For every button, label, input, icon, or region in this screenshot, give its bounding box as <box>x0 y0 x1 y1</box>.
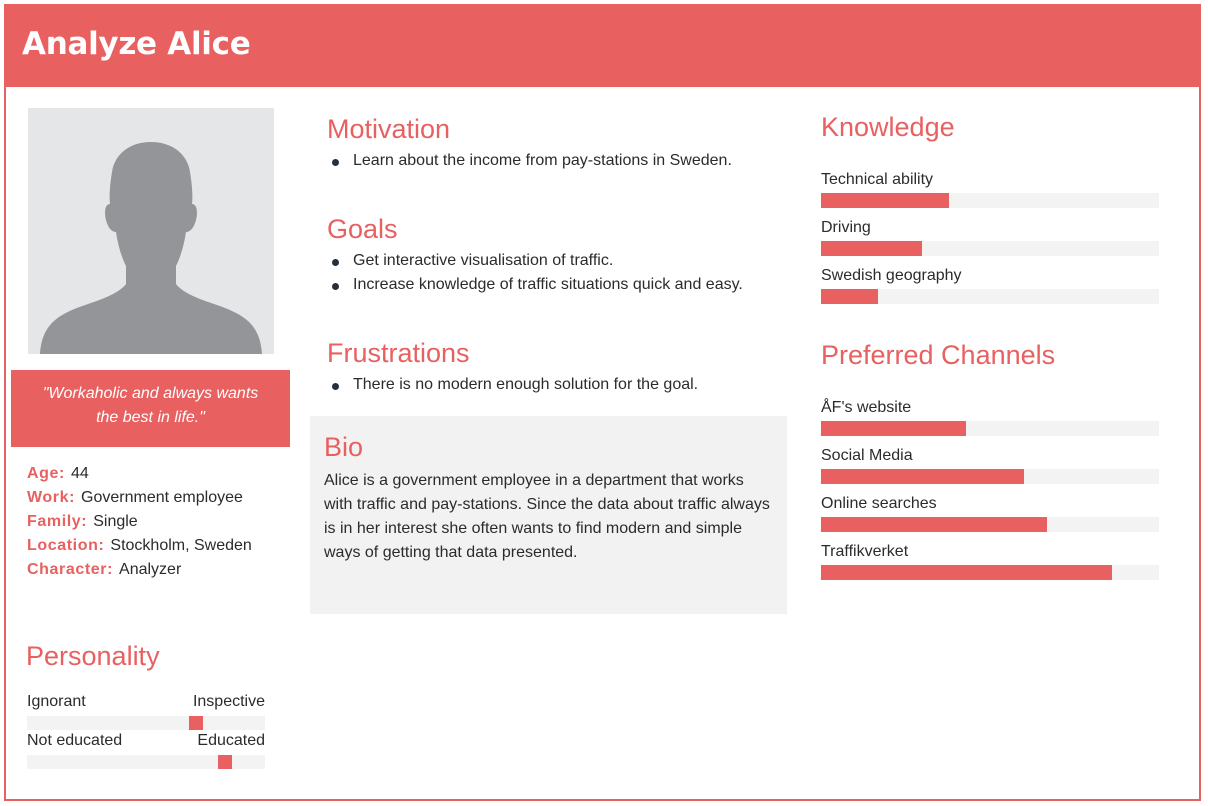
knowledge-meter-technical: Technical ability <box>821 171 1159 211</box>
goals-heading: Goals <box>327 214 398 244</box>
channel-meter-af-website: ÅF's website <box>821 399 1159 439</box>
fact-location: Location: Stockholm, Sweden <box>27 534 287 558</box>
scale-marker <box>189 716 203 730</box>
fact-character: Character: Analyzer <box>27 558 287 582</box>
persona-quote: "Workaholic and always wants the best in… <box>11 370 290 447</box>
meter-fill <box>821 469 1024 484</box>
motivation-section: Motivation Learn about the income from p… <box>327 114 787 173</box>
scale-left-label: Ignorant <box>27 693 86 710</box>
list-item: There is no modern enough solution for t… <box>327 373 787 397</box>
meter-track <box>821 517 1159 532</box>
list-item: Increase knowledge of traffic situations… <box>327 273 787 297</box>
frustrations-list: There is no modern enough solution for t… <box>327 373 787 397</box>
scale-marker <box>218 755 232 769</box>
meter-label: Swedish geography <box>821 267 962 284</box>
fact-value: Stockholm, Sweden <box>110 537 252 554</box>
frustrations-section: Frustrations There is no modern enough s… <box>327 338 787 397</box>
fact-value: Analyzer <box>119 561 182 578</box>
fact-value: 44 <box>70 465 89 482</box>
meter-label: Driving <box>821 219 871 236</box>
bio-text: Alice is a government employee in a depa… <box>324 472 770 561</box>
bio-heading: Bio <box>324 432 364 462</box>
scale-right-label: Inspective <box>192 693 265 710</box>
knowledge-heading: Knowledge <box>821 112 955 142</box>
personality-scale-educated: Not educated Educated <box>27 732 265 772</box>
channel-meter-online-searches: Online searches <box>821 495 1159 535</box>
meter-label: Social Media <box>821 447 913 464</box>
fact-key: Age: <box>27 465 65 482</box>
meter-label: Technical ability <box>821 171 934 188</box>
knowledge-meter-geography: Swedish geography <box>821 267 1159 307</box>
list-item: Get interactive visualisation of traffic… <box>327 249 787 273</box>
meter-track <box>821 193 1159 208</box>
fact-work: Work: Government employee <box>27 486 287 510</box>
personality-heading: Personality <box>26 641 160 671</box>
fact-key: Character: <box>27 561 114 578</box>
meter-track <box>821 289 1159 304</box>
fact-key: Family: <box>27 513 88 530</box>
meter-fill <box>821 289 879 304</box>
goals-section: Goals Get interactive visualisation of t… <box>327 214 787 297</box>
scale-left-label: Not educated <box>27 732 123 749</box>
motivation-list: Learn about the income from pay-stations… <box>327 149 787 173</box>
fact-value: Government employee <box>81 489 243 506</box>
meter-label: ÅF's website <box>821 399 912 416</box>
persona-facts: Age: 44 Work: Government employee Family: S… <box>27 462 287 582</box>
fact-family: Family: Single <box>27 510 287 534</box>
person-silhouette-icon <box>40 142 262 354</box>
meter-track <box>821 241 1159 256</box>
fact-key: Location: <box>27 537 105 554</box>
goals-list: Get interactive visualisation of traffic… <box>327 249 787 297</box>
profile-photo <box>28 108 274 354</box>
personality-scale-inspective: Ignorant Inspective <box>27 693 265 733</box>
meter-fill <box>821 193 950 208</box>
meter-label: Traffikverket <box>821 543 909 560</box>
meter-label: Online searches <box>821 495 937 512</box>
meter-fill <box>821 565 1112 580</box>
scale-track <box>27 716 265 730</box>
frustrations-heading: Frustrations <box>327 338 470 368</box>
channels-heading: Preferred Channels <box>821 340 1056 370</box>
header-bar: Analyze Alice <box>6 6 1199 87</box>
meter-track <box>821 421 1159 436</box>
fact-age: Age: 44 <box>27 462 287 486</box>
scale-right-label: Educated <box>197 732 265 749</box>
meter-fill <box>821 517 1048 532</box>
meter-track <box>821 469 1159 484</box>
meter-track <box>821 565 1159 580</box>
persona-title: Analyze Alice <box>22 26 251 62</box>
fact-key: Work: <box>27 489 76 506</box>
list-item: Learn about the income from pay-stations… <box>327 149 787 173</box>
meter-fill <box>821 421 967 436</box>
fact-value: Single <box>93 513 138 530</box>
motivation-heading: Motivation <box>327 114 451 144</box>
meter-fill <box>821 241 923 256</box>
channel-meter-social-media: Social Media <box>821 447 1159 487</box>
bio-panel: Bio Alice is a government employee in a … <box>310 416 787 614</box>
channel-meter-traffikverket: Traffikverket <box>821 543 1159 583</box>
knowledge-meter-driving: Driving <box>821 219 1159 259</box>
